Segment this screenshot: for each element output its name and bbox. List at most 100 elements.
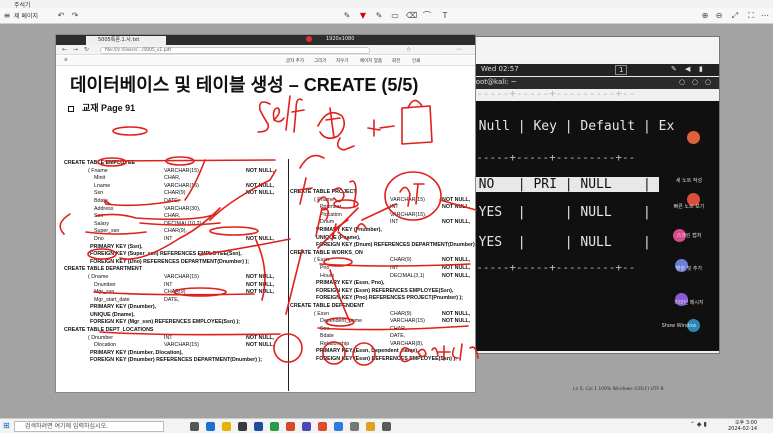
network-icon[interactable]: ⌃ ◆ ▮ xyxy=(690,421,707,428)
sql-line: CREATE TABLE DEPARTMENT xyxy=(64,266,288,274)
pdf-page[interactable]: 데이터베이스 및 테이블 생성 – CREATE (5/5) 교재 Page 9… xyxy=(56,67,476,392)
pen-icon[interactable]: ✎ xyxy=(342,11,352,21)
sql-line: PRIMARY KEY (Essn, Dependent_name), xyxy=(290,348,475,356)
sql-line: Mgr_ssn CHAR(9) NOT NULL, xyxy=(64,289,288,297)
close-icon[interactable]: ○ xyxy=(705,78,711,86)
redo-icon[interactable]: ↷ xyxy=(70,11,80,21)
taskbar-clock[interactable]: 오후 3:00 2024-02-14 xyxy=(728,420,757,432)
sql-data-type: CHAR(9) xyxy=(390,257,412,264)
sql-data-type: INT xyxy=(164,334,173,341)
sql-column-name: UNIQUE (Pname), xyxy=(316,234,361,241)
side-item-quick-note[interactable]: 빠른 노트 보기 xyxy=(659,203,719,210)
terminal-icon[interactable] xyxy=(350,422,359,431)
task-view-icon[interactable] xyxy=(190,422,199,431)
store-icon[interactable] xyxy=(238,422,247,431)
powerpoint-icon[interactable] xyxy=(286,422,295,431)
vm-workspace[interactable]: 1 xyxy=(615,65,628,75)
text-icon[interactable]: T xyxy=(440,11,450,21)
pdf-tool-draw[interactable]: 그리기 xyxy=(314,58,326,64)
sql-data-type: VARCHAR(15) xyxy=(164,342,199,349)
pdf-tool-rotate[interactable]: 회전 xyxy=(392,58,400,64)
fullscreen-icon[interactable]: ⛶ xyxy=(746,11,756,21)
volume-icon[interactable]: ◀ xyxy=(685,65,690,73)
sql-data-type: VARCHAR(30), xyxy=(164,205,201,212)
excel-icon[interactable] xyxy=(270,422,279,431)
side-item-pen-add[interactable]: 펜촬 및 추가 xyxy=(659,265,719,272)
pen-icon[interactable]: ✎ xyxy=(671,65,677,73)
vm-app-icon[interactable] xyxy=(382,422,391,431)
pen-icon[interactable]: ✎ xyxy=(374,11,384,21)
file-explorer-icon[interactable] xyxy=(222,422,231,431)
record-indicator: 1920x1080 xyxy=(306,36,475,44)
sql-line: FOREIGN KEY (Essn) REFERENCES EMPLOYEE(S… xyxy=(290,356,475,364)
undo-icon[interactable]: ↶ xyxy=(56,11,66,21)
more-icon[interactable]: ⋯ xyxy=(760,11,770,21)
taskbar-search-input[interactable]: 검색하려면 여기에 입력하십시오. xyxy=(14,421,164,432)
sql-data-type: DATE, xyxy=(390,333,406,340)
sql-column-name: FOREIGN KEY (Dnum) REFERENCES DEPARTMENT… xyxy=(316,242,476,249)
pdf-tool-erase[interactable]: 지우기 xyxy=(336,58,348,64)
sql-line: Bdate DATE, xyxy=(64,198,288,206)
sql-column-name: PRIMARY KEY (Ssn), xyxy=(90,243,143,250)
zoom-in-icon[interactable]: ⊕ xyxy=(700,11,710,21)
select-icon[interactable]: ⌒ xyxy=(422,11,432,21)
browser-tab[interactable]: 5005특론.1.사.txt xyxy=(86,36,166,45)
fit-icon[interactable]: ⤢ xyxy=(730,11,740,21)
pdf-tool-add-text[interactable]: 글자 추가 xyxy=(286,58,304,64)
pdf-tool-fit[interactable]: 페이지 맞춤 xyxy=(360,58,382,64)
chrome-icon[interactable] xyxy=(334,422,343,431)
windows-start-icon[interactable]: ⊞ xyxy=(3,421,10,430)
sql-line: Pnumber INT NOT NULL, xyxy=(290,204,475,212)
sql-data-type: VARCHAR(15) xyxy=(390,196,425,203)
refresh-icon[interactable]: ↻ xyxy=(84,46,89,53)
sql-constraint: NOT NULL, xyxy=(246,289,275,296)
sql-constraint: NOT NULL, xyxy=(442,219,471,226)
note-icon[interactable] xyxy=(687,131,700,144)
minimize-icon[interactable]: ○ xyxy=(679,78,685,86)
status-bar: Ln 5, Col 1 100% Windows (CRLF) UTF-8 xyxy=(573,387,664,392)
sql-constraint: NOT NULL, xyxy=(442,264,471,271)
word-icon[interactable] xyxy=(254,422,263,431)
menu-icon[interactable]: ≡ xyxy=(2,11,12,21)
sql-line: Lname VARCHAR(15) NOT NULL, xyxy=(64,183,288,191)
sql-column-name: Dno xyxy=(94,235,104,242)
shape-icon[interactable]: ▭ xyxy=(390,11,400,21)
pdf-menu-icon[interactable]: ≡ xyxy=(64,58,68,63)
sql-line: Sex CHAR, xyxy=(290,326,475,334)
sql-constraint: NOT NULL, xyxy=(246,167,275,174)
edge-icon[interactable] xyxy=(206,422,215,431)
pdf-tool-print[interactable]: 인쇄 xyxy=(412,58,420,64)
side-item-capture[interactable]: 스크린 캡처 xyxy=(659,232,719,239)
side-item-reminder[interactable]: 리마인 메시지 xyxy=(659,299,719,306)
star-icon[interactable]: ☆ xyxy=(406,46,411,53)
sql-line: UNIQUE (Pname), xyxy=(290,234,475,243)
slide-subtitle: 교재 Page 91 xyxy=(68,101,135,114)
office-icon[interactable] xyxy=(318,422,327,431)
forward-icon[interactable]: → xyxy=(73,46,78,53)
back-icon[interactable]: ← xyxy=(62,46,67,53)
sql-column-name: CREATE TABLE PROJECT xyxy=(290,189,357,195)
highlighter-icon[interactable]: ▼ xyxy=(358,11,368,21)
sql-data-type: CHAR(9) xyxy=(164,190,186,197)
maximize-icon[interactable]: ○ xyxy=(692,78,698,86)
more-icon[interactable]: ⋯ xyxy=(456,46,462,53)
sql-column-name: PRIMARY KEY (Pnumber), xyxy=(316,226,382,233)
sql-line: Ssn CHAR(9) NOT NULL, xyxy=(64,190,288,198)
sql-right-column: CREATE TABLE PROJECT( Pname VARCHAR(15) NO… xyxy=(290,189,476,364)
sql-data-type: VARCHAR(15) xyxy=(164,167,199,174)
zoom-out-icon[interactable]: ⊖ xyxy=(714,11,724,21)
taskbar-date: 2024-02-14 xyxy=(728,426,758,432)
sql-constraint: NOT NULL, xyxy=(246,182,275,189)
side-item-new-note[interactable]: 새 노트 작성 xyxy=(659,177,719,184)
note-app-icon[interactable] xyxy=(366,422,375,431)
sql-data-type: DECIMAL(10,2), xyxy=(164,220,203,227)
sql-line: Pno INT NOT NULL, xyxy=(290,264,475,273)
sql-column-name: PRIMARY KEY (Essn, Dependent_name), xyxy=(316,348,419,355)
side-item-show-window[interactable]: Show Window xyxy=(649,323,709,329)
table-separator: +------+-----+---------+-- xyxy=(463,87,636,100)
teams-icon[interactable] xyxy=(302,422,311,431)
sql-column-name: Super_ssn xyxy=(94,228,120,235)
eraser-icon[interactable]: ⌫ xyxy=(406,11,417,21)
sql-line: ( Fname VARCHAR(15) NOT NULL, xyxy=(64,168,288,176)
url-input[interactable]: file:///c:/Users/.../5005_s1.pdf xyxy=(100,47,370,54)
